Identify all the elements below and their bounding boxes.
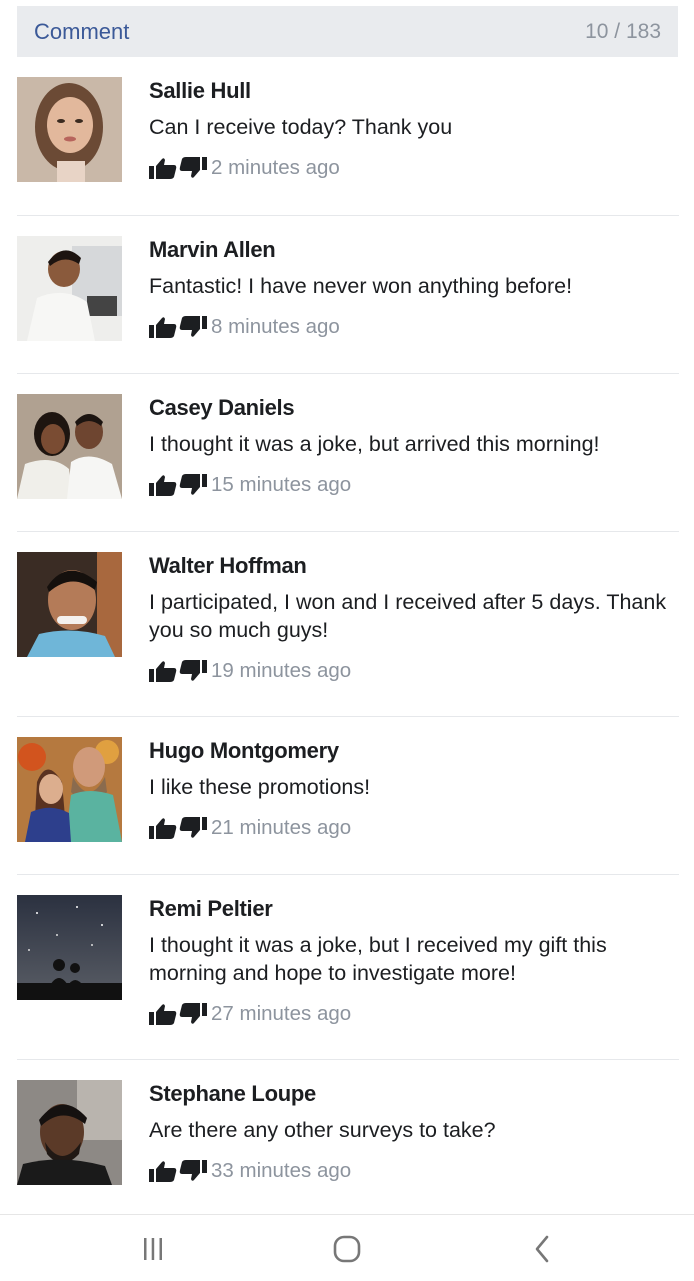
thumbs-down-icon[interactable]: [178, 1003, 207, 1025]
thumbs-up-icon[interactable]: [149, 157, 178, 179]
back-icon[interactable]: [522, 1229, 562, 1269]
comment-meta: 15 minutes ago: [149, 471, 669, 499]
comment-text: I thought it was a joke, but arrived thi…: [149, 432, 600, 456]
thumbs-down-icon[interactable]: [178, 316, 207, 338]
commenter-name[interactable]: Walter Hoffman: [149, 553, 669, 579]
thumbs-up-icon[interactable]: [149, 1160, 178, 1182]
comment-list: Sallie Hull Can I receive today? Thank y…: [17, 57, 679, 1210]
comment-meta: 8 minutes ago: [149, 313, 669, 341]
commenter-name[interactable]: Remi Peltier: [149, 896, 669, 922]
avatar[interactable]: [17, 1080, 122, 1185]
thumbs-up-icon[interactable]: [149, 316, 178, 338]
comment-text: I participated, I won and I received aft…: [149, 590, 667, 642]
thumbs-up-icon[interactable]: [149, 817, 178, 839]
comment-text: Fantastic! I have never won anything bef…: [149, 274, 573, 298]
comment-text: I thought it was a joke, but I received …: [149, 933, 607, 985]
thumbs-down-icon[interactable]: [178, 817, 207, 839]
home-icon[interactable]: [327, 1229, 367, 1269]
thumbs-down-icon[interactable]: [178, 157, 207, 179]
timestamp: 33 minutes ago: [211, 1159, 352, 1182]
commenter-name[interactable]: Marvin Allen: [149, 237, 669, 263]
comment-meta: 19 minutes ago: [149, 657, 669, 685]
commenter-name[interactable]: Sallie Hull: [149, 78, 669, 104]
comment-item: Sallie Hull Can I receive today? Thank y…: [17, 57, 679, 216]
comment-count: 10 / 183: [585, 19, 661, 43]
thumbs-up-icon[interactable]: [149, 1003, 178, 1025]
comment-item: Casey Daniels I thought it was a joke, b…: [17, 374, 679, 532]
thumbs-down-icon[interactable]: [178, 1160, 207, 1182]
system-nav-bar: [0, 1214, 694, 1281]
avatar[interactable]: [17, 236, 122, 341]
timestamp: 19 minutes ago: [211, 659, 352, 682]
timestamp: 27 minutes ago: [211, 1002, 352, 1025]
comment-item: Walter Hoffman I participated, I won and…: [17, 532, 679, 717]
comment-header: Comment 10 / 183: [17, 6, 678, 57]
header-title: Comment: [34, 18, 130, 44]
thumbs-down-icon[interactable]: [178, 474, 207, 496]
timestamp: 8 minutes ago: [211, 315, 340, 338]
comment-text: Can I receive today? Thank you: [149, 115, 453, 139]
comment-item: Stephane Loupe Are there any other surve…: [17, 1060, 679, 1210]
commenter-name[interactable]: Stephane Loupe: [149, 1081, 669, 1107]
thumbs-up-icon[interactable]: [149, 660, 178, 682]
comment-item: Hugo Montgomery I like these promotions!…: [17, 717, 679, 875]
comment-text: I like these promotions!: [149, 775, 371, 799]
avatar[interactable]: [17, 895, 122, 1000]
comment-item: Marvin Allen Fantastic! I have never won…: [17, 216, 679, 374]
avatar[interactable]: [17, 737, 122, 842]
timestamp: 21 minutes ago: [211, 816, 352, 839]
avatar[interactable]: [17, 552, 122, 657]
avatar[interactable]: [17, 394, 122, 499]
commenter-name[interactable]: Hugo Montgomery: [149, 738, 669, 764]
thumbs-up-icon[interactable]: [149, 474, 178, 496]
comment-meta: 21 minutes ago: [149, 814, 669, 842]
timestamp: 2 minutes ago: [211, 156, 340, 179]
comment-meta: 27 minutes ago: [149, 1000, 669, 1028]
comment-meta: 33 minutes ago: [149, 1157, 669, 1185]
comment-item: Remi Peltier I thought it was a joke, bu…: [17, 875, 679, 1060]
thumbs-down-icon[interactable]: [178, 660, 207, 682]
comment-text: Are there any other surveys to take?: [149, 1118, 496, 1142]
comment-meta: 2 minutes ago: [149, 154, 669, 182]
recent-apps-icon[interactable]: [133, 1229, 173, 1269]
avatar[interactable]: [17, 77, 122, 182]
commenter-name[interactable]: Casey Daniels: [149, 395, 669, 421]
timestamp: 15 minutes ago: [211, 473, 352, 496]
